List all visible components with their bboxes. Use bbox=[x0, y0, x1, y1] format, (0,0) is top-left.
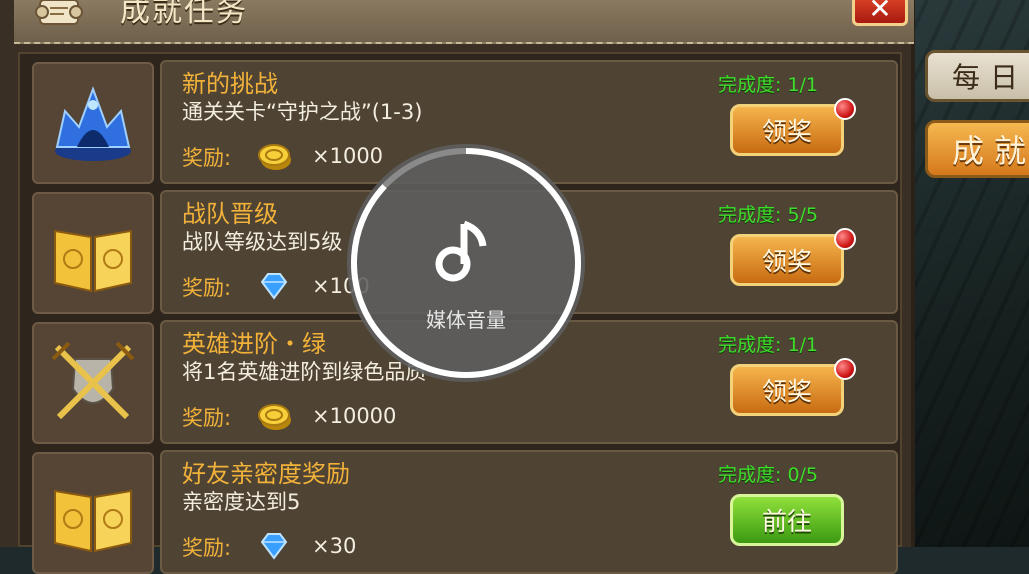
claim-button[interactable]: 领奖 bbox=[730, 364, 844, 416]
crossed-swords-shield-icon bbox=[51, 341, 135, 420]
reward-label: 奖励: bbox=[182, 406, 232, 430]
claim-button[interactable]: 领奖 bbox=[730, 104, 844, 156]
reward-amount: ×10000 bbox=[312, 404, 397, 428]
page-title: 成就任务 bbox=[120, 0, 248, 29]
notification-dot bbox=[834, 358, 856, 380]
reward-amount: ×30 bbox=[312, 534, 357, 558]
music-note-icon bbox=[435, 220, 487, 282]
progress-text: 完成度: 1/1 bbox=[718, 334, 819, 356]
quest-description: 通关关卡“守护之战”(1-3) bbox=[182, 100, 423, 124]
notification-dot bbox=[834, 98, 856, 120]
panel-header: 成就任务 bbox=[14, 0, 914, 44]
quest-title: 新的挑战 bbox=[182, 70, 278, 98]
quest-title: 好友亲密度奖励 bbox=[182, 460, 350, 488]
claim-button[interactable]: 领奖 bbox=[730, 234, 844, 286]
volume-label: 媒体音量 bbox=[426, 308, 506, 332]
progress-text: 完成度: 5/5 bbox=[718, 204, 819, 226]
close-icon: ✕ bbox=[868, 0, 892, 25]
scroll-icon bbox=[35, 0, 83, 25]
gold-coin-icon bbox=[258, 404, 291, 430]
quest-row: 好友亲密度奖励 亲密度达到5 奖励: ×30 完成度: 0/5 前往 bbox=[32, 446, 898, 574]
quest-description: 亲密度达到5 bbox=[182, 490, 301, 514]
tab-daily[interactable]: 每日 bbox=[925, 50, 1029, 102]
reward-label: 奖励: bbox=[182, 536, 232, 560]
progress-text: 完成度: 0/5 bbox=[718, 464, 819, 486]
crystal-crown-icon bbox=[55, 86, 131, 161]
golden-book-icon bbox=[54, 489, 132, 553]
quest-icon-frame bbox=[32, 452, 154, 574]
diamond-icon bbox=[260, 533, 288, 560]
gold-coin-icon bbox=[258, 144, 291, 170]
reward-label: 奖励: bbox=[182, 146, 232, 170]
quest-icon-frame bbox=[32, 192, 154, 314]
media-volume-overlay: 媒体音量 bbox=[347, 144, 585, 382]
reward-label: 奖励: bbox=[182, 276, 232, 300]
golden-book-icon bbox=[54, 229, 132, 293]
progress-text: 完成度: 1/1 bbox=[718, 74, 819, 96]
diamond-icon bbox=[260, 273, 288, 300]
notification-dot bbox=[834, 228, 856, 250]
quest-title: 英雄进阶・绿 bbox=[182, 330, 326, 358]
quest-card: 好友亲密度奖励 亲密度达到5 奖励: ×30 完成度: 0/5 前往 bbox=[160, 450, 898, 574]
close-button[interactable]: ✕ bbox=[852, 0, 908, 26]
quest-title: 战队晋级 bbox=[182, 200, 278, 228]
quest-icon-frame bbox=[32, 62, 154, 184]
tab-achievement[interactable]: 成就 bbox=[925, 120, 1029, 178]
quest-icon-frame bbox=[32, 322, 154, 444]
quest-description: 战队等级达到5级 bbox=[182, 230, 343, 254]
go-button[interactable]: 前往 bbox=[730, 494, 844, 546]
